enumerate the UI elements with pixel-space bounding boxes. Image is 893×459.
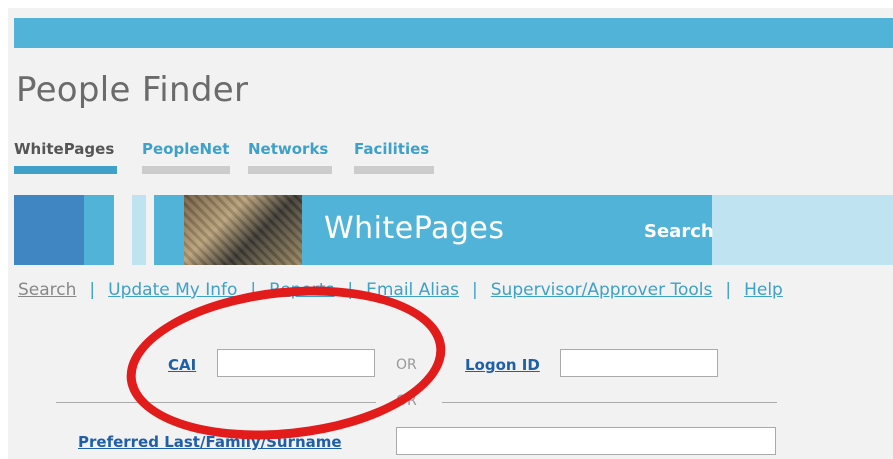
subnav-separator: | <box>250 280 257 300</box>
divider-line <box>442 402 777 403</box>
subnav-supervisor-tools-link[interactable]: Supervisor/Approver Tools <box>491 280 713 300</box>
banner-section-label: Search <box>644 221 714 242</box>
divider-line <box>56 402 376 403</box>
page-frame: People Finder WhitePages PeopleNet Netwo… <box>8 8 893 459</box>
tab-label: PeopleNet <box>142 140 230 158</box>
subnav-search-link[interactable]: Search <box>18 280 76 300</box>
section-banner: WhitePages Search <box>14 195 893 265</box>
top-bar <box>14 18 893 48</box>
subnav: Search | Update My Info | Reports | Email Alia… <box>18 280 783 300</box>
banner-tail <box>712 195 893 265</box>
banner-title: WhitePages <box>324 211 505 246</box>
tab-underline <box>142 166 230 174</box>
tab-whitepages[interactable]: WhitePages <box>14 140 117 174</box>
subnav-separator: | <box>347 280 354 300</box>
banner-block <box>154 195 184 265</box>
tab-label: WhitePages <box>14 140 115 158</box>
subnav-reports-link[interactable]: Reports <box>269 280 334 300</box>
subnav-help-link[interactable]: Help <box>744 280 783 300</box>
logon-id-label[interactable]: Logon ID <box>465 356 540 374</box>
or-separator: OR <box>396 357 417 373</box>
tab-underline <box>354 166 434 174</box>
banner-photo <box>184 195 302 265</box>
subnav-separator: | <box>725 280 732 300</box>
surname-label[interactable]: Preferred Last/Family/Surname <box>78 433 342 451</box>
tab-underline <box>14 166 117 174</box>
subnav-separator: | <box>89 280 96 300</box>
tab-underline <box>248 166 332 174</box>
tab-label: Facilities <box>354 140 430 158</box>
logon-id-input[interactable] <box>560 349 718 377</box>
tab-facilities[interactable]: Facilities <box>354 140 434 174</box>
app-title: People Finder <box>16 70 249 110</box>
tab-peoplenet[interactable]: PeopleNet <box>142 140 230 174</box>
cai-input[interactable] <box>217 349 375 377</box>
banner-block <box>84 195 114 265</box>
cai-label[interactable]: CAI <box>168 356 196 374</box>
banner-block <box>14 195 84 265</box>
tab-networks[interactable]: Networks <box>248 140 332 174</box>
subnav-separator: | <box>472 280 478 300</box>
subnav-update-info-link[interactable]: Update My Info <box>108 280 237 300</box>
or-separator: OR <box>396 393 417 409</box>
tab-label: Networks <box>248 140 329 158</box>
subnav-email-alias-link[interactable]: Email Alias <box>366 280 459 300</box>
banner-block <box>132 195 146 265</box>
surname-input[interactable] <box>396 427 776 455</box>
